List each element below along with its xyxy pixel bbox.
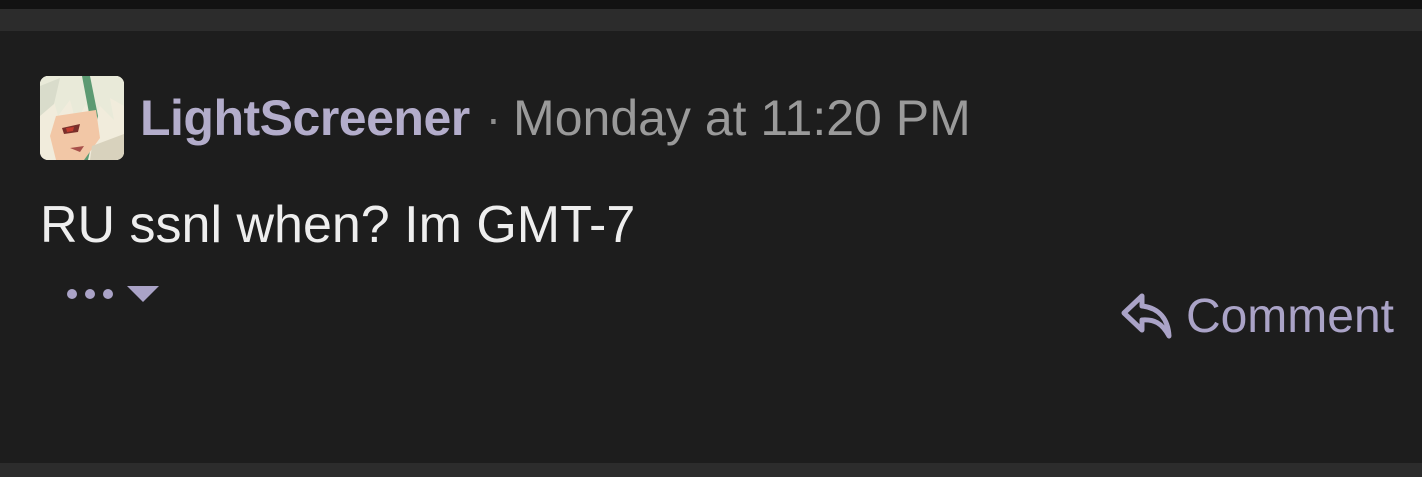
post-header: LightScreener · Monday at 11:20 PM — [40, 76, 971, 160]
top-edge — [0, 0, 1422, 9]
avatar-image — [40, 76, 124, 160]
avatar[interactable] — [40, 76, 124, 160]
post-message: RU ssnl when? Im GMT-7 — [40, 196, 636, 254]
reply-arrow-icon — [1121, 293, 1172, 339]
page: LightScreener · Monday at 11:20 PM RU ss… — [0, 0, 1422, 477]
ellipsis-icon — [67, 289, 113, 299]
caret-down-icon — [127, 286, 159, 302]
comment-label: Comment — [1185, 289, 1394, 343]
author-name[interactable]: LightScreener — [140, 89, 470, 147]
post-timestamp[interactable]: Monday at 11:20 PM — [513, 89, 971, 147]
top-divider-band — [0, 9, 1422, 31]
comment-button[interactable]: Comment — [1120, 286, 1394, 346]
bottom-divider-band — [0, 463, 1422, 477]
post-card: LightScreener · Monday at 11:20 PM RU ss… — [0, 31, 1422, 463]
more-options-button[interactable] — [66, 280, 162, 308]
meta-separator: · — [485, 92, 502, 144]
